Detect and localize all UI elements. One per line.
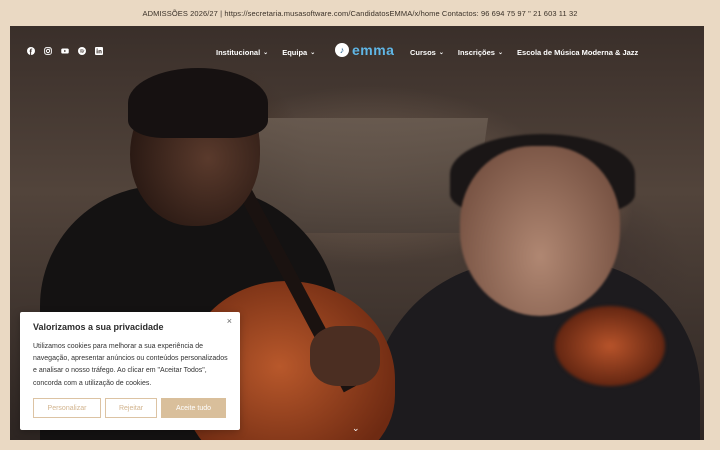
cookie-text: Utilizamos cookies para melhorar a sua e… bbox=[33, 343, 228, 387]
site-logo[interactable]: ♪ emma bbox=[335, 42, 394, 58]
cookie-buttons: Personalizar Rejeitar Aceite tudo bbox=[33, 398, 226, 418]
nav-item-escola-jazz[interactable]: Escola de Música Moderna & Jazz bbox=[517, 48, 638, 57]
nav-item-equipa[interactable]: Equipa ⌄ bbox=[282, 48, 315, 57]
nav-right: Cursos ⌄ Inscrições ⌄ Escola de Música Mod… bbox=[410, 48, 638, 57]
nav-left: Institucional ⌄ Equipa ⌄ bbox=[216, 48, 315, 57]
music-note-icon: ♪ bbox=[335, 43, 349, 57]
customize-button[interactable]: Personalizar bbox=[33, 398, 101, 418]
announcement-bar: ADMISSÕES 2026/27 | https://secretaria.m… bbox=[0, 0, 720, 26]
scroll-down-icon[interactable]: ⌄ bbox=[352, 423, 360, 434]
instagram-icon[interactable] bbox=[44, 47, 52, 55]
facebook-icon[interactable] bbox=[27, 47, 35, 55]
chevron-down-icon: ⌄ bbox=[497, 50, 504, 56]
cookie-title: Valorizamos a sua privacidade bbox=[33, 322, 164, 332]
youtube-icon[interactable] bbox=[61, 47, 69, 55]
accept-all-button[interactable]: Aceite tudo bbox=[161, 398, 226, 418]
nav-item-institucional[interactable]: Institucional ⌄ bbox=[216, 48, 268, 57]
spotify-icon[interactable] bbox=[78, 47, 86, 55]
chevron-down-icon: ⌄ bbox=[310, 50, 316, 56]
reject-button[interactable]: Rejeitar bbox=[105, 398, 157, 418]
chevron-down-icon: ⌄ bbox=[263, 50, 269, 56]
nav-item-cursos[interactable]: Cursos ⌄ bbox=[410, 48, 444, 57]
cookie-banner: × Valorizamos a sua privacidade Utilizam… bbox=[20, 312, 240, 430]
linkedin-icon[interactable] bbox=[95, 47, 103, 55]
social-links bbox=[27, 47, 103, 55]
announcement-text: ADMISSÕES 2026/27 | https://secretaria.m… bbox=[142, 8, 578, 18]
chevron-down-icon: ⌄ bbox=[438, 50, 444, 56]
nav-item-inscricoes[interactable]: Inscrições ⌄ bbox=[458, 48, 503, 57]
close-icon[interactable]: × bbox=[227, 316, 232, 326]
main-nav: Institucional ⌄ Equipa ⌄ ♪ emma Cursos ⌄ In… bbox=[10, 30, 704, 76]
